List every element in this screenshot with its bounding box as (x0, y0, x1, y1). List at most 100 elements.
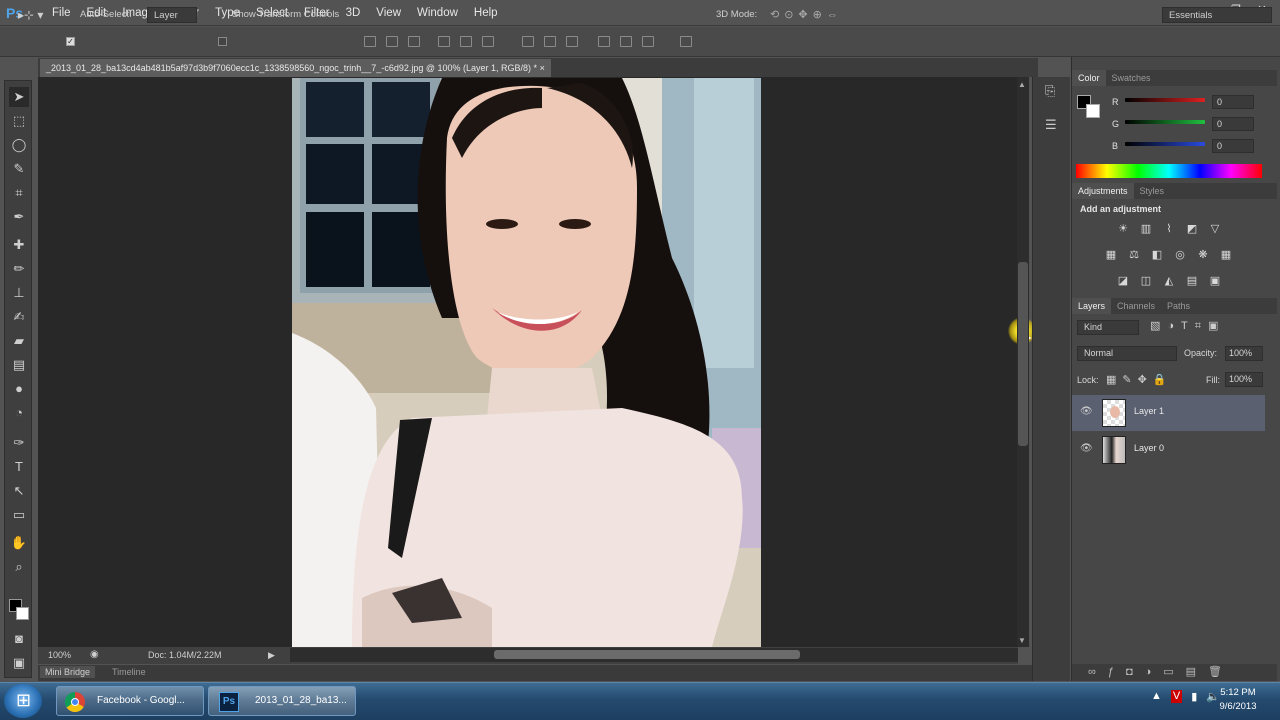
gradient-map-icon[interactable]: ▤ (1185, 274, 1199, 288)
zoom-level[interactable]: 100% (48, 650, 71, 660)
layer-row-layer-1[interactable]: 👁 Layer 1 (1072, 395, 1265, 431)
menu-window[interactable]: Window (409, 0, 466, 26)
history-panel-icon[interactable]: ⎘ (1045, 83, 1055, 99)
layers-footer-icons[interactable]: ∞ƒ◘◑▭▤🗑 (1088, 665, 1234, 678)
auto-select-checkbox[interactable]: ✓ (66, 37, 75, 46)
menu-file[interactable]: File (44, 0, 79, 26)
paths-tab[interactable]: Paths (1161, 298, 1196, 314)
distribute-bottom-icon[interactable] (566, 36, 578, 47)
mini-bridge-tab[interactable]: Mini Bridge (40, 666, 96, 678)
document-image[interactable] (292, 78, 761, 647)
distribute-vcenter-icon[interactable] (544, 36, 556, 47)
gradient-tool-icon[interactable]: ▤ (9, 355, 29, 375)
dodge-tool-icon[interactable]: ◔ (9, 403, 29, 423)
r-slider[interactable] (1125, 98, 1205, 102)
pen-tool-icon[interactable]: ✑ (9, 433, 29, 453)
opacity-field[interactable]: 100% (1225, 346, 1263, 361)
b-value-field[interactable]: 0 (1212, 139, 1254, 153)
tab-close-icon[interactable]: × (540, 63, 545, 73)
screen-mode-icon[interactable]: ▣ (9, 653, 29, 673)
fill-field[interactable]: 100% (1225, 372, 1263, 387)
taskbar-chrome-button[interactable]: Facebook - Googl... (56, 686, 204, 716)
show-hidden-icons-icon[interactable]: ▲ (1151, 690, 1162, 703)
distribute-right-icon[interactable] (642, 36, 654, 47)
brush-tool-icon[interactable]: ✏ (9, 259, 29, 279)
menu-help[interactable]: Help (466, 0, 506, 26)
layer-name[interactable]: Layer 0 (1134, 443, 1164, 453)
align-bottom-icon[interactable] (408, 36, 420, 47)
layer-filter-icons[interactable]: ▧◑T⌗▣ (1150, 319, 1225, 333)
lock-options-icons[interactable]: ▦✎✥🔒 (1106, 373, 1173, 386)
brightness-contrast-icon[interactable]: ☀ (1116, 222, 1130, 236)
layer-row-layer-0[interactable]: 👁 Layer 0 (1072, 432, 1265, 468)
black-white-icon[interactable]: ◧ (1150, 248, 1164, 262)
r-value-field[interactable]: 0 (1212, 95, 1254, 109)
color-spectrum-bar[interactable] (1076, 164, 1262, 178)
threshold-icon[interactable]: ◭ (1162, 274, 1176, 288)
invert-icon[interactable]: ◪ (1116, 274, 1130, 288)
align-right-icon[interactable] (482, 36, 494, 47)
vibrance-icon[interactable]: ▽ (1208, 222, 1222, 236)
distribute-hcenter-icon[interactable] (620, 36, 632, 47)
scroll-up-arrow-icon[interactable]: ▲ (1018, 80, 1026, 89)
adjustments-tab[interactable]: Adjustments (1072, 183, 1134, 199)
status-icon[interactable]: ◉ (90, 649, 99, 660)
align-vcenter-icon[interactable] (386, 36, 398, 47)
horizontal-scroll-thumb[interactable] (494, 650, 800, 659)
distribute-left-icon[interactable] (598, 36, 610, 47)
color-tab[interactable]: Color (1072, 70, 1106, 86)
color-lookup-icon[interactable]: ▦ (1219, 248, 1233, 262)
timeline-tab[interactable]: Timeline (112, 667, 146, 677)
marquee-tool-icon[interactable]: ⬚ (9, 111, 29, 131)
hue-saturation-icon[interactable]: ▦ (1104, 248, 1118, 262)
blend-mode-dropdown[interactable]: Normal (1077, 346, 1177, 361)
scroll-down-arrow-icon[interactable]: ▼ (1018, 636, 1026, 645)
align-top-icon[interactable] (364, 36, 376, 47)
blur-tool-icon[interactable]: ● (9, 379, 29, 399)
exposure-icon[interactable]: ◩ (1185, 222, 1199, 236)
g-value-field[interactable]: 0 (1212, 117, 1254, 131)
healing-tool-icon[interactable]: ✚ (9, 235, 29, 255)
b-slider[interactable] (1125, 142, 1205, 146)
posterize-icon[interactable]: ◫ (1139, 274, 1153, 288)
align-hcenter-icon[interactable] (460, 36, 472, 47)
color-balance-icon[interactable]: ⚖ (1127, 248, 1141, 262)
history-brush-icon[interactable]: ✍ (9, 307, 29, 327)
move-tool-preset-icon[interactable]: ▸⊹ ▾ (18, 7, 43, 23)
align-left-icon[interactable] (438, 36, 450, 47)
lasso-tool-icon[interactable]: ◯ (9, 135, 29, 155)
curves-icon[interactable]: ⌇ (1162, 222, 1176, 236)
layers-tab[interactable]: Layers (1072, 298, 1112, 314)
antivirus-icon[interactable]: V (1170, 690, 1183, 703)
styles-tab[interactable]: Styles (1134, 183, 1171, 199)
eyedropper-tool-icon[interactable]: ✒ (9, 207, 29, 227)
quick-mask-icon[interactable]: ◙ (9, 629, 29, 649)
status-menu-arrow-icon[interactable]: ▶ (268, 650, 275, 661)
levels-icon[interactable]: ▥ (1139, 222, 1153, 236)
photo-filter-icon[interactable]: ◎ (1173, 248, 1187, 262)
transform-controls-checkbox[interactable] (218, 37, 227, 46)
selective-color-icon[interactable]: ▣ (1208, 274, 1222, 288)
quick-select-tool-icon[interactable]: ✎ (9, 159, 29, 179)
hand-tool-icon[interactable]: ✋ (9, 533, 29, 553)
taskbar-photoshop-button[interactable]: Ps 2013_01_28_ba13... (208, 686, 356, 716)
visibility-eye-icon[interactable]: 👁 (1080, 443, 1093, 454)
swatches-tab[interactable]: Swatches (1106, 70, 1157, 86)
move-tool-icon[interactable]: ➤ (9, 87, 29, 107)
type-tool-icon[interactable]: T (9, 457, 29, 477)
taskbar-clock[interactable]: 5:12 PM 9/6/2013 (1208, 686, 1268, 714)
properties-panel-icon[interactable]: ☰ (1045, 117, 1057, 133)
zoom-tool-icon[interactable]: ⌕ (9, 557, 29, 577)
visibility-eye-icon[interactable]: 👁 (1080, 406, 1093, 417)
channel-mixer-icon[interactable]: ❋ (1196, 248, 1210, 262)
crop-tool-icon[interactable]: ⌗ (9, 183, 29, 203)
menu-3d[interactable]: 3D (338, 0, 369, 26)
auto-select-target-dropdown[interactable]: Layer (147, 7, 197, 23)
workspace-dropdown[interactable]: Essentials (1162, 7, 1272, 23)
eraser-tool-icon[interactable]: ▰ (9, 331, 29, 351)
network-icon[interactable]: ▮ (1191, 690, 1197, 703)
layer-name[interactable]: Layer 1 (1134, 406, 1164, 416)
auto-align-icon[interactable] (680, 36, 692, 47)
menu-view[interactable]: View (368, 0, 409, 26)
stamp-tool-icon[interactable]: ⊥ (9, 283, 29, 303)
